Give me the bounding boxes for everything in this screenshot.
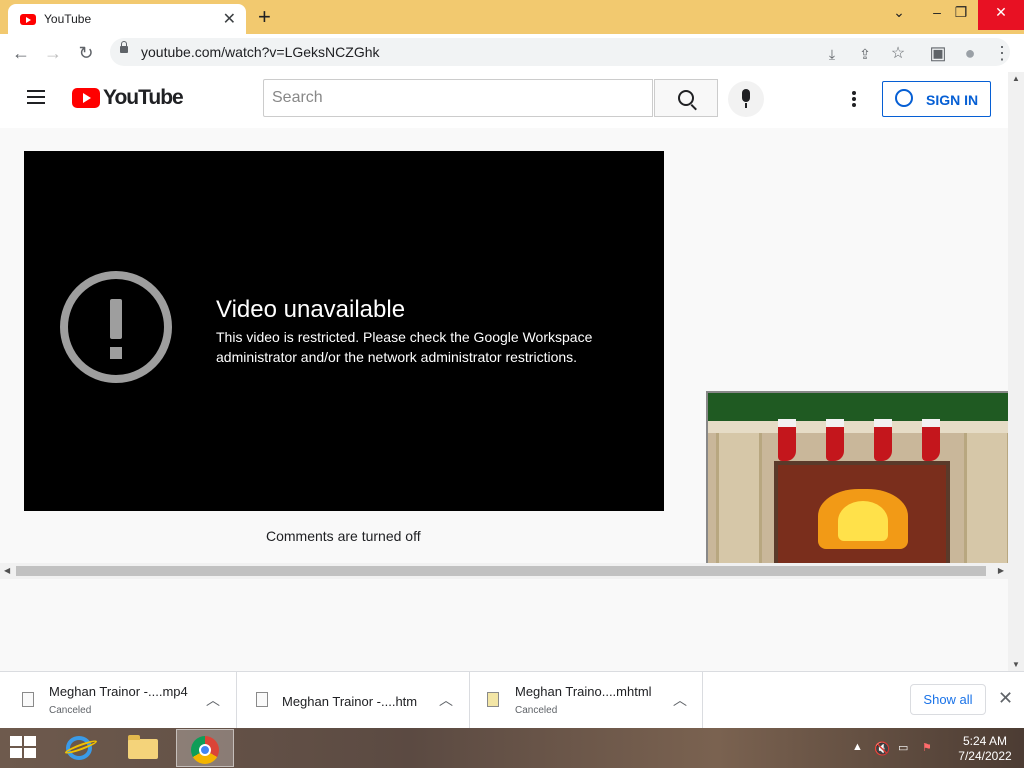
sign-in-button[interactable]: SIGN IN — [882, 81, 991, 117]
hearth — [774, 461, 950, 565]
windows-taskbar: ▲ 🔇 ▭ ⚑ 5:24 AM 7/24/2022 — [0, 728, 1024, 768]
clock-time: 5:24 AM — [962, 734, 1008, 748]
sign-in-label: SIGN IN — [926, 92, 979, 108]
search-box[interactable] — [263, 79, 653, 117]
video-player[interactable]: Video unavailable This video is restrict… — [24, 151, 664, 511]
tab-strip: YouTube ✕ + ⌄ – ❐ ✕ — [0, 0, 1024, 34]
profile-avatar-icon[interactable]: ● — [957, 40, 983, 66]
downloads-bar: Meghan Trainor -....mp4 Canceled ︿ Megha… — [0, 671, 1024, 729]
download-item[interactable]: Meghan Traino....mhtml Canceled ︿ — [469, 672, 703, 728]
side-panel-icon[interactable]: ▣ — [925, 40, 951, 66]
search-button[interactable] — [654, 79, 718, 117]
browser-toolbar: ← → ↻ youtube.com/watch?v=LGeksNCZGhk ⤓ … — [0, 34, 1024, 73]
chevron-up-icon[interactable]: ︿ — [206, 690, 220, 710]
voice-search-button[interactable] — [728, 81, 764, 117]
video-unavailable-title: Video unavailable — [216, 296, 406, 323]
internet-explorer-icon — [66, 736, 92, 760]
file-explorer-icon — [128, 735, 158, 759]
fire — [818, 489, 908, 549]
show-hidden-icons-arrow[interactable]: ▲ — [852, 741, 863, 753]
download-filename: Meghan Trainor -....mp4 — [49, 684, 188, 699]
clock-date: 7/24/2022 — [958, 749, 1012, 763]
video-unavailable-message: This video is restricted. Please check t… — [216, 329, 593, 365]
search-input[interactable] — [270, 80, 644, 116]
show-all-downloads-button[interactable]: Show all — [910, 684, 986, 715]
network-icon[interactable]: ▭ — [898, 741, 908, 754]
mantel — [708, 421, 1012, 433]
stocking — [826, 419, 844, 461]
web-archive-file-icon — [487, 692, 499, 707]
tab-search-dropdown-icon[interactable]: ⌄ — [882, 0, 916, 30]
tab-close-icon[interactable]: ✕ — [223, 9, 236, 29]
horizontal-scroll-thumb[interactable] — [16, 566, 986, 576]
taskbar-app-chrome[interactable] — [176, 729, 234, 767]
microphone-stem — [745, 103, 747, 108]
vertical-scrollbar[interactable]: ▲ ▼ — [1008, 72, 1024, 671]
youtube-logo-icon[interactable] — [72, 88, 100, 108]
tab-title: YouTube — [44, 12, 92, 26]
forward-button[interactable]: → — [40, 40, 66, 66]
alert-icon — [60, 271, 172, 383]
bookmark-star-icon[interactable]: ☆ — [888, 44, 908, 64]
youtube-logo-text[interactable]: YouTube — [103, 86, 184, 110]
comments-status: Comments are turned off — [266, 528, 421, 544]
download-filename: Meghan Traino....mhtml — [515, 684, 652, 699]
right-column — [964, 433, 1010, 565]
scroll-up-arrow-icon[interactable]: ▲ — [1012, 74, 1020, 83]
chrome-icon — [191, 736, 219, 764]
youtube-favicon-icon — [20, 14, 36, 25]
youtube-header: YouTube SIGN IN — [0, 72, 1008, 128]
document-file-icon — [256, 692, 268, 707]
taskbar-app-file-explorer[interactable] — [114, 729, 172, 767]
close-window-button[interactable]: ✕ — [978, 0, 1024, 30]
download-filename: Meghan Trainor -....htm — [282, 694, 418, 709]
clock[interactable]: 5:24 AM 7/24/2022 — [954, 734, 1016, 764]
alert-bar — [110, 299, 122, 339]
fireplace-image — [706, 391, 1014, 567]
scroll-down-arrow-icon[interactable]: ▼ — [1012, 660, 1020, 669]
settings-more-icon[interactable] — [852, 91, 856, 109]
download-item[interactable]: Meghan Trainor -....htm ︿ — [236, 672, 470, 728]
left-column — [716, 433, 762, 565]
back-button[interactable]: ← — [8, 40, 34, 66]
video-file-icon — [22, 692, 34, 707]
stocking — [922, 419, 940, 461]
reload-button[interactable]: ↻ — [73, 40, 99, 66]
share-icon[interactable]: ⇪ — [855, 44, 875, 64]
microphone-icon — [742, 89, 750, 102]
search-icon — [678, 90, 694, 106]
action-center-flag-icon[interactable]: ⚑ — [922, 741, 932, 754]
chevron-up-icon[interactable]: ︿ — [673, 690, 687, 710]
install-icon[interactable]: ⤓ — [822, 44, 842, 64]
download-status: Canceled — [515, 705, 558, 716]
url-text[interactable]: youtube.com/watch?v=LGeksNCZGhk — [141, 44, 380, 60]
system-tray: ▲ 🔇 ▭ ⚑ 5:24 AM 7/24/2022 — [850, 734, 1020, 764]
scroll-right-arrow-icon[interactable]: ▶ — [998, 566, 1004, 575]
horizontal-scrollbar[interactable]: ◀ ▶ — [0, 563, 1008, 579]
account-icon — [895, 89, 913, 107]
restore-button[interactable]: ❐ — [944, 0, 978, 30]
stocking — [874, 419, 892, 461]
menu-hamburger-icon[interactable] — [27, 90, 45, 104]
windows-start-icon[interactable] — [10, 736, 38, 760]
taskbar-app-internet-explorer[interactable] — [50, 729, 108, 767]
lock-icon[interactable] — [120, 41, 128, 53]
download-status: Canceled — [49, 705, 92, 716]
address-bar[interactable]: youtube.com/watch?v=LGeksNCZGhk ⤓ ⇪ ☆ — [110, 38, 1010, 66]
tab-youtube[interactable]: YouTube ✕ — [8, 4, 246, 34]
alert-dot — [110, 347, 122, 359]
stocking — [778, 419, 796, 461]
speaker-muted-icon[interactable]: 🔇 — [874, 741, 890, 757]
new-tab-button[interactable]: + — [258, 4, 271, 30]
download-item[interactable]: Meghan Trainor -....mp4 Canceled ︿ — [0, 672, 237, 728]
chevron-up-icon[interactable]: ︿ — [439, 690, 453, 710]
scroll-left-arrow-icon[interactable]: ◀ — [4, 566, 10, 575]
chrome-menu-icon[interactable]: ⋮ — [989, 40, 1015, 66]
close-downloads-bar-icon[interactable]: ✕ — [998, 688, 1013, 709]
